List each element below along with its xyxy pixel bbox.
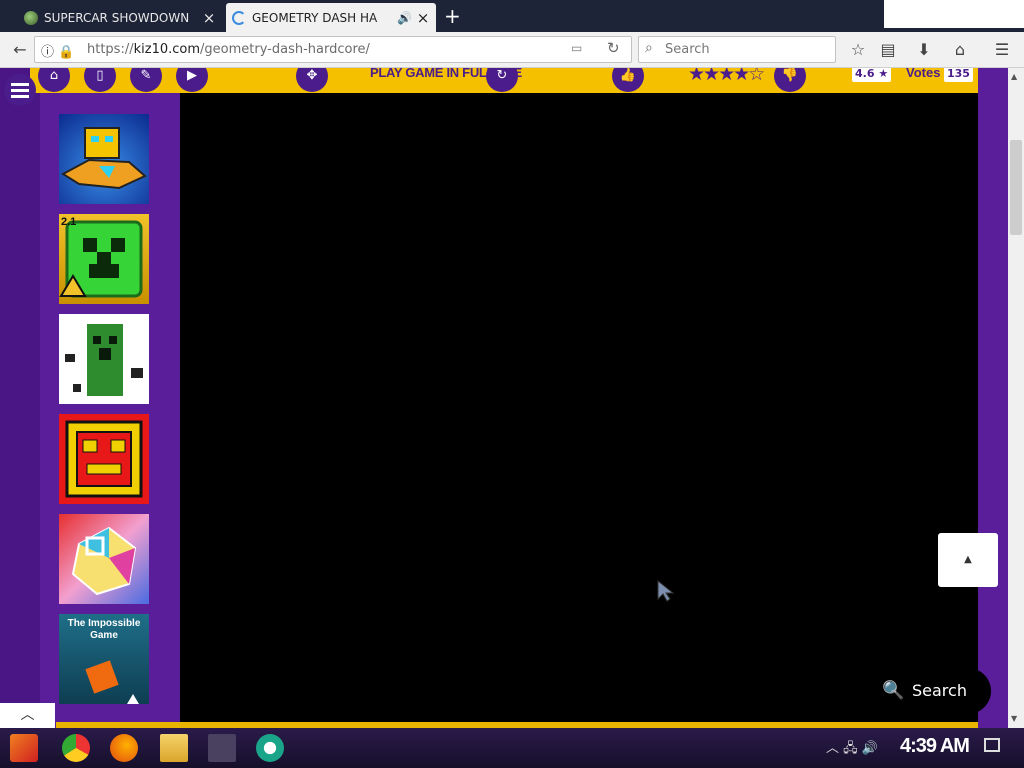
tab-bar: SUPERCAR SHOWDOWN × GEOMETRY DASH HA 🔊 ×… [0,0,1024,32]
creeper-wall-icon [65,324,143,396]
version-label: 2.1 [61,216,77,228]
search-icon: ⌕ [645,40,653,56]
firefox-icon[interactable] [110,734,138,762]
thumbs-down-icon[interactable]: 👎 [774,68,806,92]
hamburger-menu-icon[interactable] [4,74,36,106]
scroll-up-arrow-icon[interactable]: ▲ [1011,72,1017,81]
download-icon[interactable]: ⬇ [912,38,936,62]
loading-spinner-icon [232,10,246,25]
chrome-icon[interactable] [62,734,90,762]
new-tab-button[interactable]: + [444,5,461,27]
game-thumbnail-6[interactable]: The Impossible Game [59,614,149,704]
clock[interactable]: 4:39 AM [900,735,970,758]
game-canvas[interactable] [180,93,978,723]
search-label: Search [912,681,967,700]
left-decoration [0,68,40,728]
bookmark-star-icon[interactable]: ☆ [846,38,870,62]
system-tray[interactable]: ︿ 🖧 🔊 [826,737,878,761]
back-arrow-icon[interactable]: ← [8,38,32,62]
votes-count: 135 [944,68,973,82]
impossible-game-block-icon [85,660,139,704]
game-thumbnail-3[interactable] [59,314,149,404]
info-lock-icon[interactable]: ⓘ 🔒 [41,41,74,60]
navigation-bar: ← ⓘ 🔒 https://kiz10.com/geometry-dash-ha… [0,32,1024,68]
taskbar: ︿ 🖧 🔊 4:39 AM [0,728,1024,768]
rating-value: 4.6 ★ [852,68,892,82]
game-thumbnail-1[interactable] [59,114,149,204]
tab-geometry-dash[interactable]: GEOMETRY DASH HA 🔊 × [226,3,436,32]
search-icon: 🔍 [882,680,905,701]
video-icon[interactable]: ▶ [176,68,208,92]
scrollbar-thumb[interactable] [1010,140,1022,235]
reload-icon[interactable]: ↻ [607,39,620,57]
reload-game-icon[interactable]: ↻ [486,68,518,92]
comment-icon[interactable]: ✎ [130,68,162,92]
speaker-icon[interactable]: 🔊 [397,11,412,25]
home-icon[interactable]: ⌂ [38,68,70,92]
tabbar-empty-area [884,0,1024,28]
tab-title: SUPERCAR SHOWDOWN [44,10,190,25]
mobile-icon[interactable]: ▯ [84,68,116,92]
right-decoration [978,68,1008,728]
close-tab-icon[interactable]: × [202,9,216,27]
close-tab-icon[interactable]: × [416,9,430,27]
rating-stars[interactable]: ★★★★☆ [688,68,765,85]
tab-supercar-showdown[interactable]: SUPERCAR SHOWDOWN × [18,3,222,32]
search-placeholder: Search [665,42,710,57]
scroll-to-top-button[interactable]: ▲ [938,533,998,587]
tab-title: GEOMETRY DASH HA [252,10,378,25]
geometry-dash-monster-icon [61,127,147,190]
collapse-button[interactable]: ︿ [0,703,55,728]
scroll-down-arrow-icon[interactable]: ▼ [1011,714,1017,723]
fullscreen-icon[interactable]: ✥ [296,68,328,92]
address-bar[interactable]: ⓘ 🔒 https://kiz10.com/geometry-dash-hard… [34,36,632,63]
url-text[interactable]: https://kiz10.com/geometry-dash-hardcore… [87,42,370,57]
reading-list-icon[interactable]: ▤ [876,38,900,62]
plants-vs-zombies-icon[interactable] [208,734,236,762]
game-thumbnail-5[interactable] [59,514,149,604]
home-icon[interactable]: ⌂ [948,38,972,62]
vertical-scrollbar[interactable]: ▲ ▼ [1008,68,1024,728]
mouse-cursor-icon [657,579,675,602]
game-toolbar: ⌂ ▯ ✎ ▶ ✥ PLAY GAME IN FULLSIZE ↻ 👍 ★★★★… [30,68,978,93]
page-content: ⌂ ▯ ✎ ▶ ✥ PLAY GAME IN FULLSIZE ↻ 👍 ★★★★… [0,68,1008,728]
floating-search-button[interactable]: 🔍 Search [860,668,991,714]
geometry-dash-cube-icon [65,420,143,498]
file-explorer-icon[interactable] [160,734,188,762]
notifications-icon[interactable] [984,738,1000,752]
tab-favicon-icon [24,10,38,25]
game-thumbnail-4[interactable] [59,414,149,504]
reader-view-icon[interactable]: ▭ [571,41,582,55]
thumbs-up-icon[interactable]: 👍 [612,68,644,92]
start-button-icon[interactable] [10,734,38,762]
game-thumbnail-2[interactable]: 2.1 [59,214,149,304]
menu-icon[interactable]: ☰ [990,38,1014,62]
app-icon[interactable] [256,734,284,762]
search-input[interactable]: ⌕ Search [638,36,836,63]
votes-label: Votes [906,68,941,80]
colorful-cube-icon [71,526,137,596]
